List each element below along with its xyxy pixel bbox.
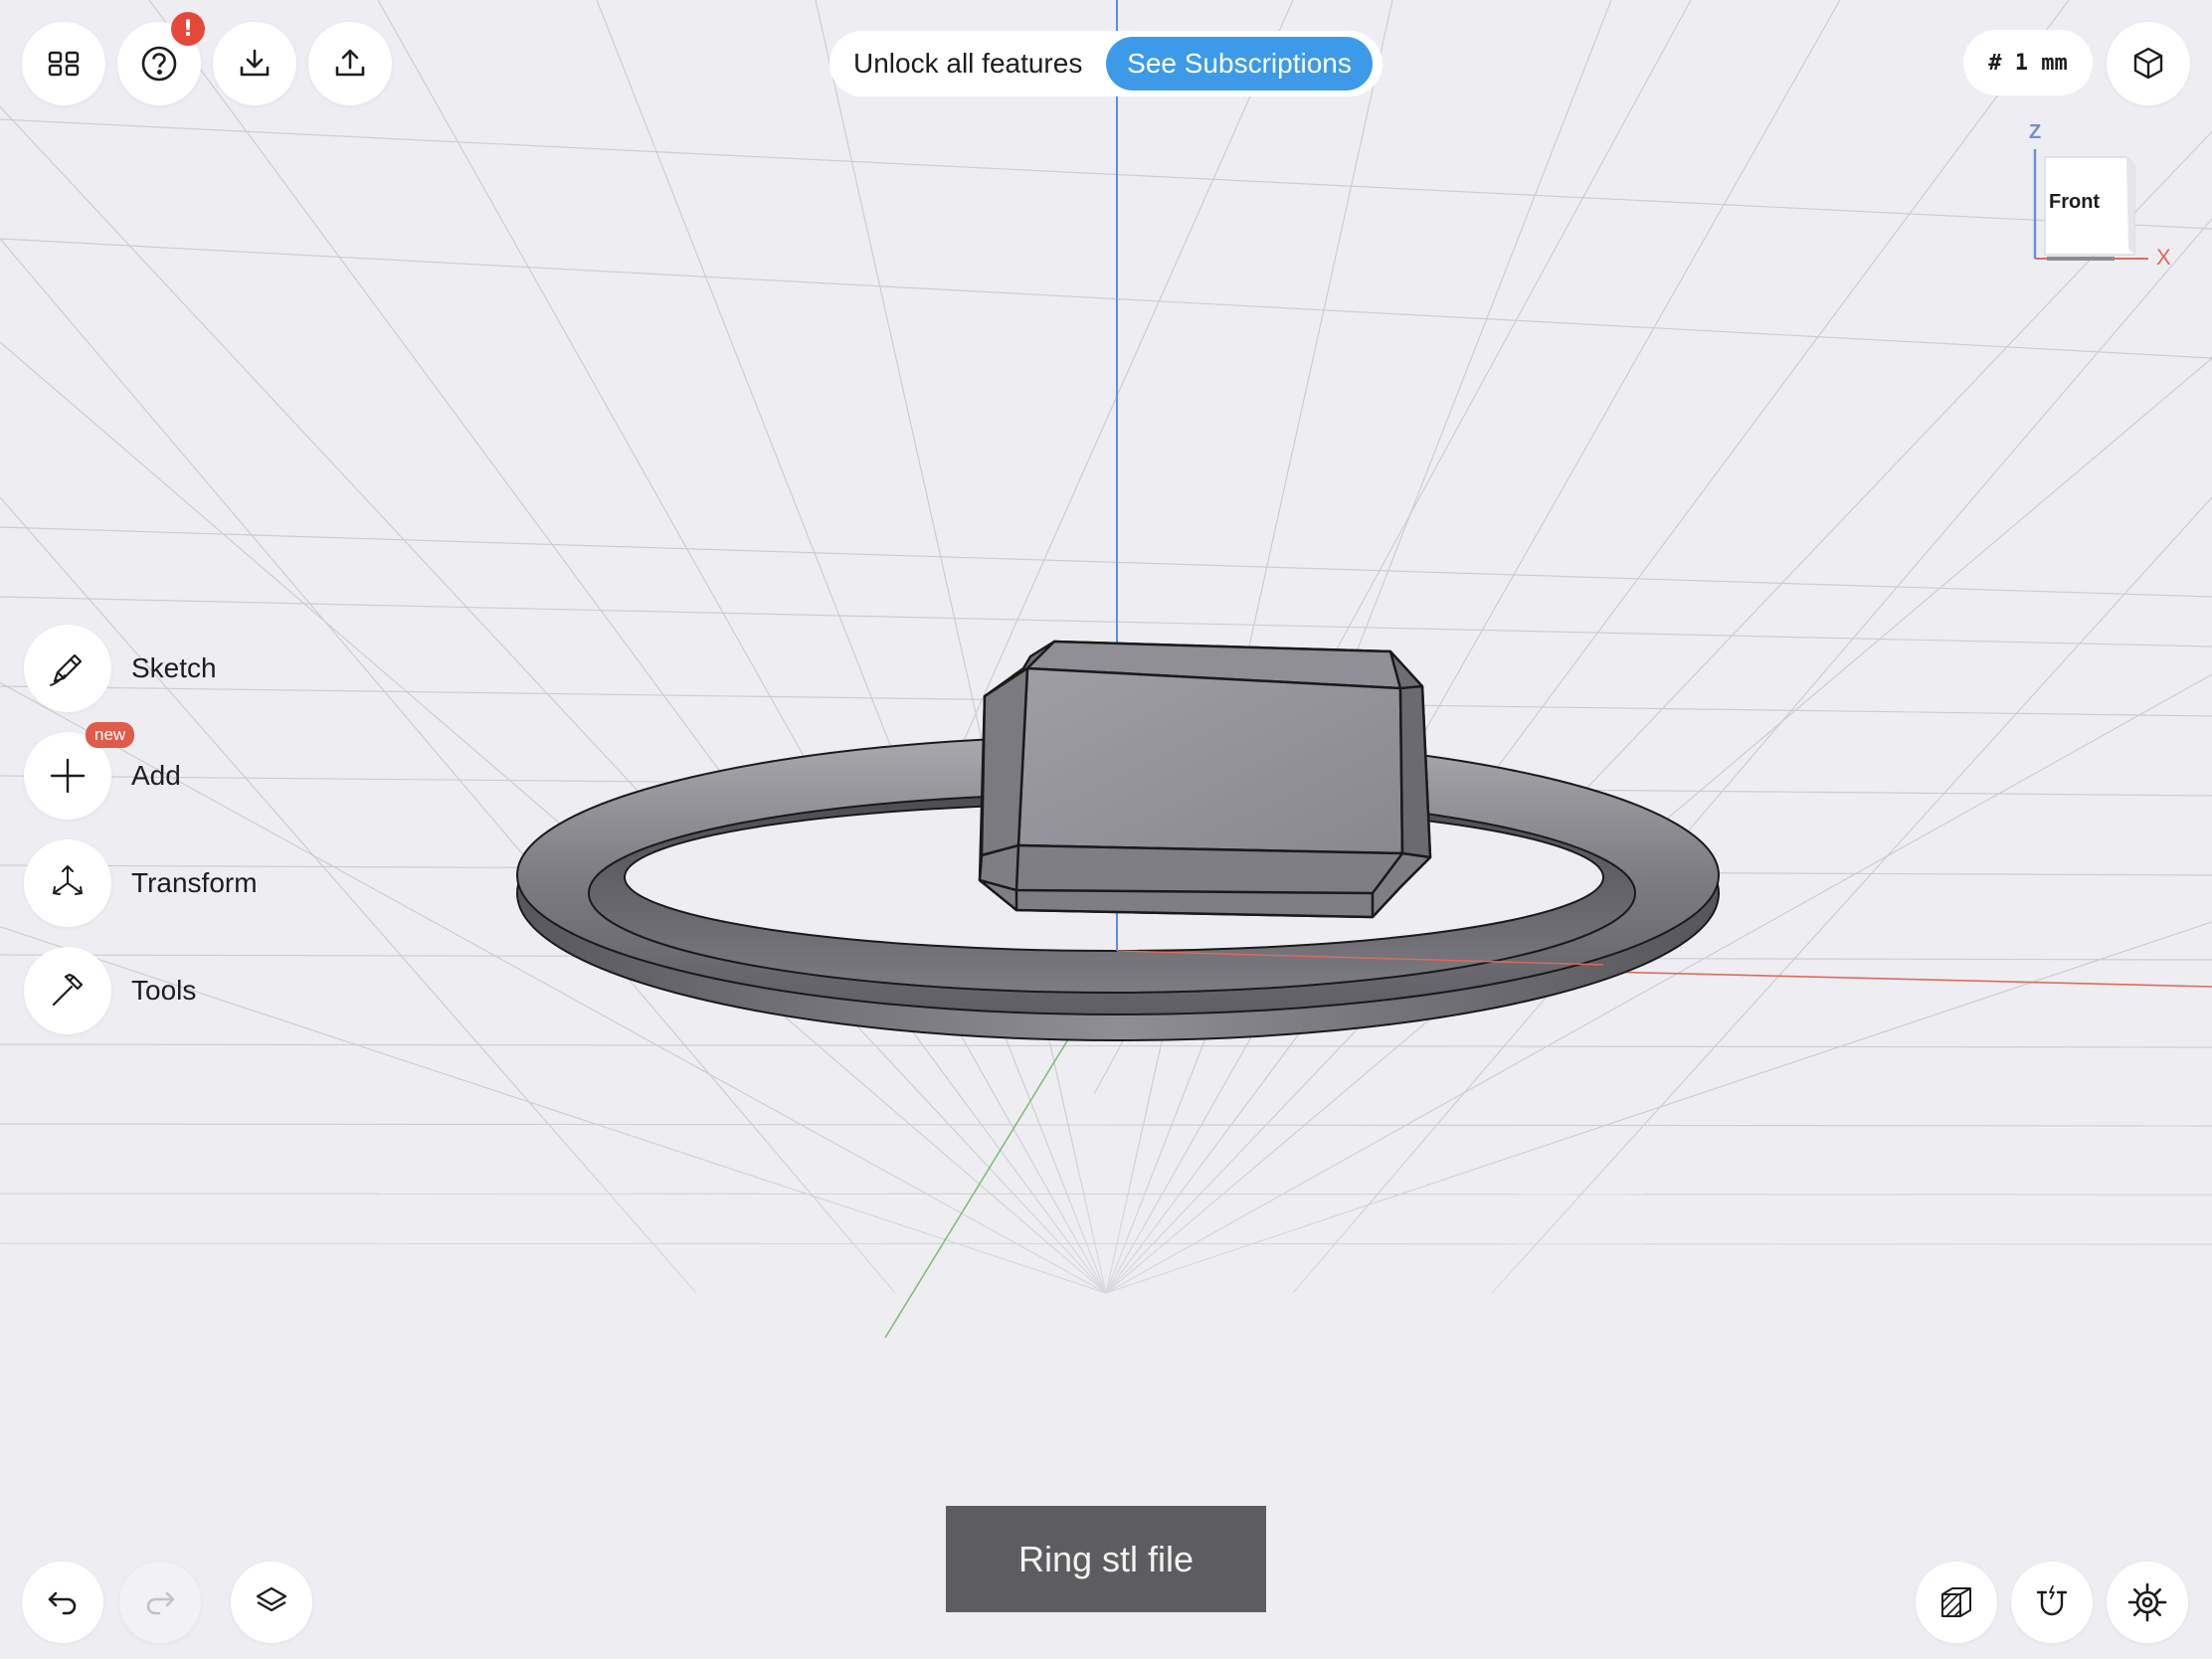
menu-grid-button[interactable] xyxy=(22,22,105,105)
gear-icon xyxy=(2127,1582,2167,1622)
grid-size-indicator[interactable]: # 1 mm xyxy=(1963,30,2093,95)
plus-icon xyxy=(50,758,86,794)
hammer-icon xyxy=(52,973,84,1007)
sidebar-label-sketch: Sketch xyxy=(131,652,217,683)
layers-button[interactable] xyxy=(231,1562,312,1643)
import-button[interactable] xyxy=(213,22,296,105)
sidebar-label-tools: Tools xyxy=(131,975,197,1006)
export-button[interactable] xyxy=(308,22,392,105)
pencil-icon xyxy=(50,653,83,686)
see-subscriptions-button[interactable]: See Subscriptions xyxy=(1106,37,1373,91)
snap-button[interactable] xyxy=(2011,1562,2093,1643)
download-icon xyxy=(240,49,270,77)
share-icon xyxy=(335,49,365,77)
transform-button[interactable] xyxy=(24,839,111,927)
promo-text: Unlock all features xyxy=(853,48,1083,79)
ring-model[interactable] xyxy=(516,640,1720,1041)
magnet-icon xyxy=(2036,1585,2068,1616)
file-name-toast: Ring stl file xyxy=(946,1506,1266,1612)
subscription-promo: Unlock all features See Subscriptions xyxy=(830,31,1382,96)
transform-icon xyxy=(53,865,83,895)
layers-icon xyxy=(256,1586,287,1612)
new-badge: new xyxy=(86,722,135,748)
help-alert-badge: ! xyxy=(171,12,205,46)
perspective-cube-icon xyxy=(2133,47,2163,80)
material-button[interactable] xyxy=(1916,1562,1997,1643)
axis-x-label: X xyxy=(2156,245,2171,270)
3d-viewport[interactable] xyxy=(0,0,2212,1659)
grid-icon xyxy=(48,51,80,77)
gem-block[interactable] xyxy=(978,640,1432,919)
undo-button[interactable] xyxy=(22,1562,103,1643)
redo-icon xyxy=(146,1591,175,1615)
sketch-button[interactable] xyxy=(24,625,111,712)
view-cube-front-label[interactable]: Front xyxy=(2049,191,2100,214)
hatched-cube-icon xyxy=(1941,1587,1971,1617)
settings-button[interactable] xyxy=(2107,1562,2188,1643)
redo-button[interactable] xyxy=(119,1562,201,1643)
question-icon xyxy=(141,46,177,82)
sidebar-label-transform: Transform xyxy=(131,867,258,898)
undo-icon xyxy=(48,1591,77,1615)
sidebar-label-add: Add xyxy=(131,760,181,791)
axis-z-label: Z xyxy=(2029,121,2042,143)
tools-button[interactable] xyxy=(24,947,111,1034)
view-mode-button[interactable] xyxy=(2107,22,2190,105)
